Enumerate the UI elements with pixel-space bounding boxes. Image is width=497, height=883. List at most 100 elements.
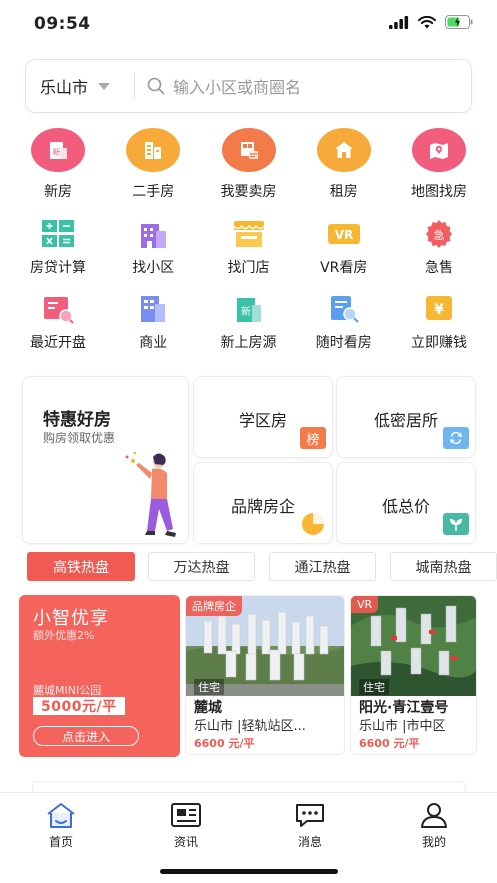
nav-label: 首页 <box>48 835 73 849</box>
low-total-price-card[interactable]: 低总价 <box>336 462 476 544</box>
news-icon <box>171 803 201 827</box>
earn-money-icon: ¥ <box>419 292 459 326</box>
main-entry-new-house[interactable]: 新 新房 <box>12 128 104 201</box>
special-offer-subtitle: 购房领取优惠 <box>43 431 116 445</box>
tab-chengnan[interactable]: 城南热盘 <box>390 552 497 581</box>
brand-pie-icon <box>300 513 326 535</box>
listing-photo: 品牌房企 住宅 <box>186 596 344 696</box>
store-icon <box>229 217 269 251</box>
tool-label: 急售 <box>425 260 453 276</box>
brand-developer-card[interactable]: 品牌房企 <box>193 462 333 544</box>
tab-wanda[interactable]: 万达热盘 <box>148 552 255 581</box>
tool-icon-row-1: 房贷计算 找小区 找门店 VR VR看房 急 急售 <box>0 217 497 277</box>
listing-name: 麓城 <box>194 700 222 716</box>
tab-tongjiang[interactable]: 通江热盘 <box>269 552 376 581</box>
tool-new-listing[interactable]: 新 新上房源 <box>203 292 295 352</box>
special-offer-card[interactable]: 特惠好房 购房领取优惠 <box>22 376 189 544</box>
low-price-icon <box>443 513 469 535</box>
svg-text:新: 新 <box>53 147 61 157</box>
svg-text:¥: ¥ <box>434 302 444 318</box>
vr-badge: VR <box>351 596 379 613</box>
tool-recent-opening[interactable]: 最近开盘 <box>12 292 104 352</box>
nav-home[interactable]: 首页 <box>26 801 96 850</box>
tool-label: 找小区 <box>132 260 175 276</box>
tool-earn-money[interactable]: ¥ 立即赚钱 <box>393 292 485 352</box>
tool-find-store[interactable]: 找门店 <box>203 217 295 277</box>
person-illustration-icon <box>125 451 176 537</box>
tool-vr-view[interactable]: VR VR看房 <box>298 217 390 277</box>
tool-label: 立即赚钱 <box>411 335 467 351</box>
listing-location: 乐山市 |市中区 <box>359 719 446 734</box>
city-selector[interactable]: 乐山市 <box>26 74 134 98</box>
recent-opening-icon <box>38 292 78 326</box>
new-listing-icon: 新 <box>229 292 269 326</box>
svg-text:VR: VR <box>334 228 353 242</box>
tool-urgent-sale[interactable]: 急 急售 <box>393 217 485 277</box>
tool-label: VR看房 <box>320 260 368 276</box>
tool-label: 商业 <box>139 335 168 351</box>
new-house-icon: 新 <box>31 128 85 172</box>
tool-mortgage-calc[interactable]: 房贷计算 <box>12 217 104 277</box>
main-entry-rent[interactable]: 租房 <box>298 128 390 201</box>
tool-label: 新上房源 <box>220 335 277 351</box>
nav-news[interactable]: 资讯 <box>151 801 221 850</box>
feature-grid: 新 新房 二手房 我要卖房 租房 地图找房 房贷计算 找小区 找门店 VR VR… <box>0 128 497 352</box>
listing-type: 住宅 <box>194 679 224 695</box>
listing-tag: 品牌房企 <box>186 596 242 616</box>
enter-button[interactable]: 点击进入 <box>33 726 139 746</box>
listing-price: 6600 元/平 <box>359 737 420 750</box>
tool-label: 最近开盘 <box>30 335 86 351</box>
tool-label: 随时看房 <box>315 335 372 351</box>
tool-label: 房贷计算 <box>30 260 86 276</box>
main-entry-label: 二手房 <box>132 184 175 200</box>
nav-label: 消息 <box>297 835 322 849</box>
nav-profile[interactable]: 我的 <box>399 801 469 850</box>
main-entry-map[interactable]: 地图找房 <box>393 128 485 201</box>
listing-photo: VR 住宅 <box>351 596 476 696</box>
battery-icon <box>445 15 473 29</box>
listing-name: 阳光·青江壹号 <box>359 700 449 716</box>
listing-price: 6600 元/平 <box>194 737 255 750</box>
promo-section: 特惠好房 购房领取优惠 学区房 榜 低密居所 品牌房企 低总价 <box>22 376 477 544</box>
map-search-icon <box>412 128 466 172</box>
sell-house-icon <box>221 128 276 172</box>
low-density-card[interactable]: 低密居所 <box>336 376 476 458</box>
search-placeholder: 输入小区或商圈名 <box>173 78 302 97</box>
listing-card[interactable]: VR 住宅 阳光·青江壹号 乐山市 |市中区 6600 元/平 <box>350 595 477 755</box>
main-entry-label: 新房 <box>44 184 72 200</box>
svg-text:急: 急 <box>434 228 445 242</box>
tool-commercial[interactable]: 商业 <box>107 292 199 352</box>
search-icon <box>147 77 165 95</box>
featured-subtitle: 额外优惠2% <box>33 629 95 642</box>
featured-offer-card[interactable]: 小智优享 额外优惠2% 麓城MINI公园 5000元/平 点击进入 <box>19 595 180 757</box>
school-district-card[interactable]: 学区房 榜 <box>193 376 333 458</box>
main-entry-label: 地图找房 <box>411 184 467 200</box>
tool-view-anytime[interactable]: 随时看房 <box>298 292 390 352</box>
listing-card[interactable]: 品牌房企 住宅 麓城 乐山市 |轻轨站区... 6600 元/平 <box>185 595 345 755</box>
main-entry-label: 我要卖房 <box>220 184 277 200</box>
message-icon <box>296 804 324 827</box>
special-offer-title: 特惠好房 <box>43 410 111 430</box>
nav-label: 我的 <box>421 835 446 849</box>
commercial-icon <box>133 292 173 326</box>
home-indicator <box>160 869 338 874</box>
nav-messages[interactable]: 消息 <box>275 801 345 850</box>
main-icon-row: 新 新房 二手房 我要卖房 租房 地图找房 <box>0 128 497 201</box>
listing-type: 住宅 <box>359 679 389 695</box>
tool-label: 找门店 <box>227 260 270 276</box>
featured-price: 5000元/平 <box>33 697 125 715</box>
search-input[interactable]: 输入小区或商圈名 <box>135 74 471 98</box>
calculator-icon <box>38 217 78 251</box>
chevron-down-icon <box>98 82 111 90</box>
svg-text:新: 新 <box>241 305 251 318</box>
main-entry-sell[interactable]: 我要卖房 <box>203 128 295 201</box>
tab-high-speed-rail[interactable]: 高铁热盘 <box>27 552 135 581</box>
main-entry-second-hand[interactable]: 二手房 <box>107 128 199 201</box>
tool-find-community[interactable]: 找小区 <box>107 217 199 277</box>
status-icons <box>389 15 473 29</box>
community-icon <box>133 217 173 251</box>
wifi-icon <box>418 15 436 28</box>
rent-house-icon <box>316 128 371 172</box>
city-label: 乐山市 <box>40 78 89 97</box>
home-icon <box>47 803 75 828</box>
